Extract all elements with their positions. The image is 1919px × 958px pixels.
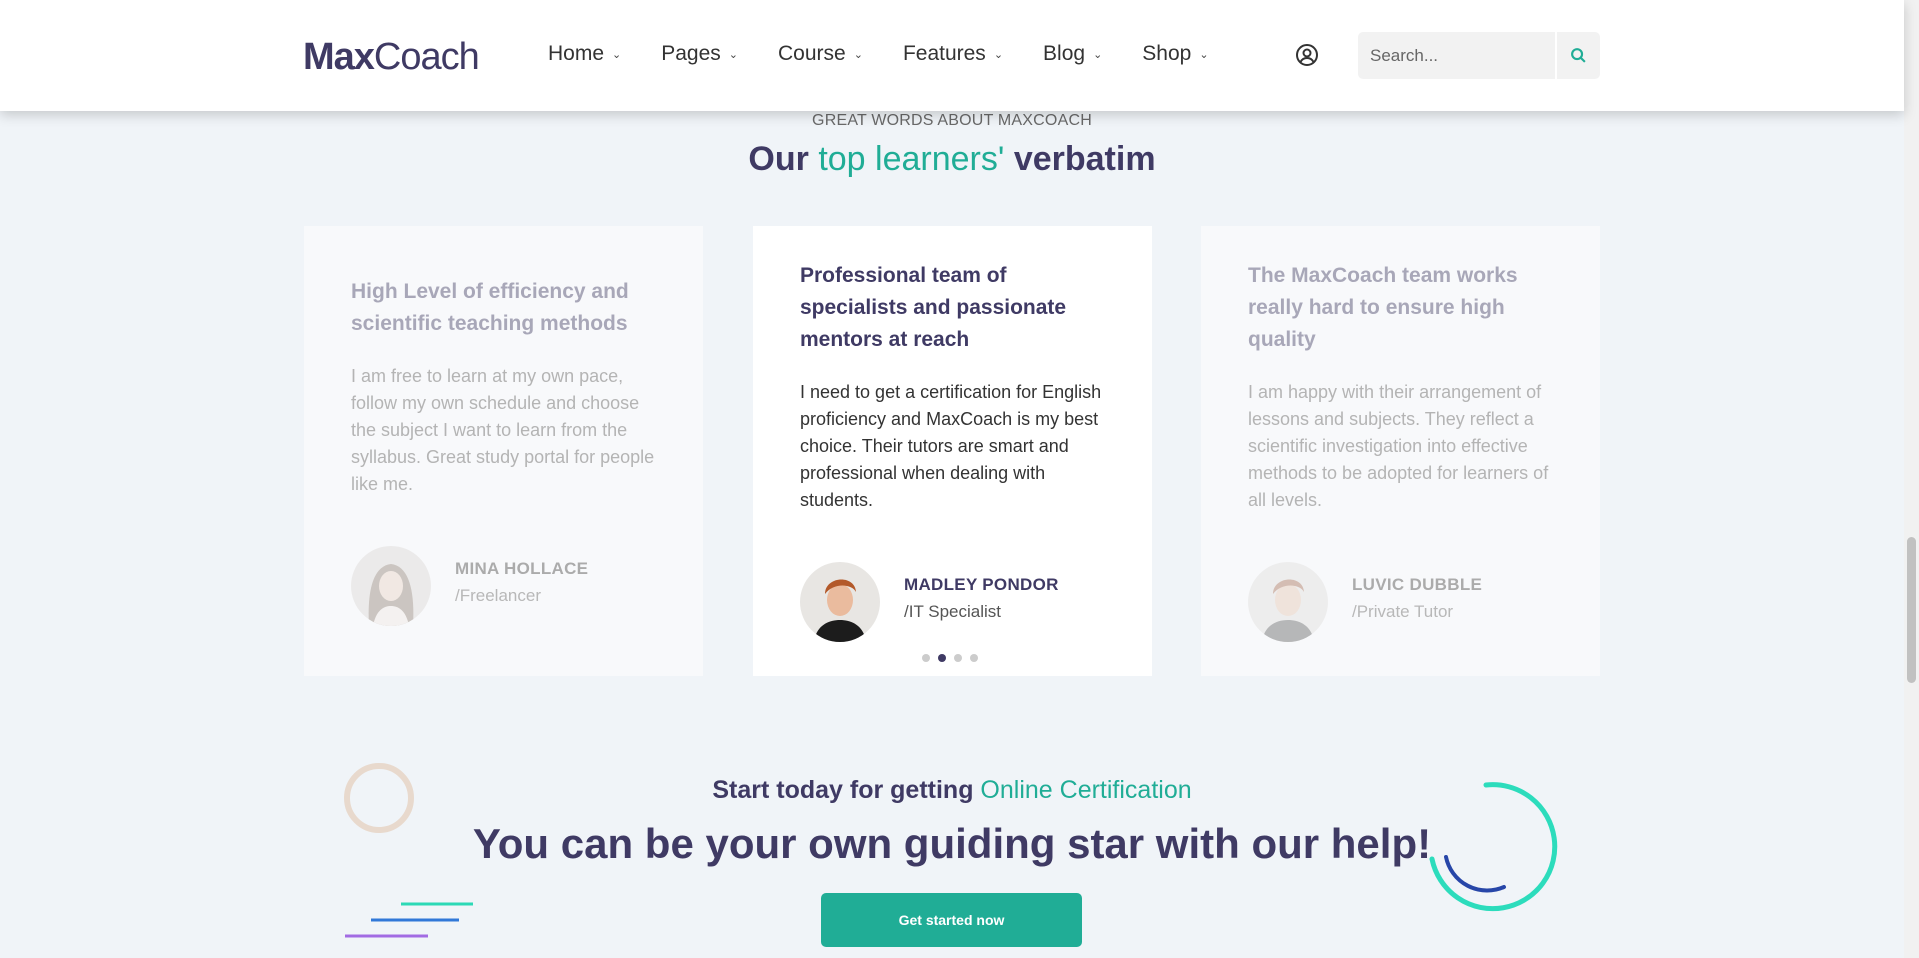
search-icon [1571,48,1586,63]
search-box [1358,32,1600,79]
testimonial-card: The MaxCoach team works really hard to e… [1201,226,1600,676]
nav-item-blog[interactable]: Blog ⌄ [1043,40,1102,68]
carousel-dot-active[interactable] [938,654,946,662]
logo[interactable]: MaxCoach [303,36,480,79]
page-scrollbar[interactable] [1904,0,1919,958]
person-role: /Freelancer [455,586,541,605]
person-name: LUVIC DUBBLE [1352,575,1483,594]
nav-item-pages[interactable]: Pages ⌄ [661,40,738,68]
search-input[interactable] [1358,32,1555,79]
chevron-down-icon: ⌄ [853,48,863,61]
carousel-dot[interactable] [922,654,930,662]
avatar [800,562,880,642]
chevron-down-icon: ⌄ [1199,48,1209,61]
chevron-down-icon: ⌄ [728,48,739,61]
carousel-pagination [922,654,986,662]
carousel-dot[interactable] [954,654,962,662]
avatar [1248,562,1328,642]
nav-item-home[interactable]: Home ⌄ [548,40,621,68]
person-role: /Private Tutor [1352,602,1454,621]
nav-item-features[interactable]: Features ⌄ [903,40,1003,68]
chevron-down-icon: ⌄ [612,48,622,61]
site-header: MaxCoach Home ⌄ Pages ⌄ Course ⌄ Features ⌄ … [0,0,1904,111]
chevron-down-icon: ⌄ [993,48,1004,61]
avatar [351,546,431,626]
testimonial-body: I am happy with their arrangement of les… [1248,382,1549,510]
cta-subtitle: Start today for getting Online Certifica… [712,776,1192,804]
testimonial-heading: Professional team of specialists and pas… [800,264,1067,351]
person-name: MINA HOLLACE [455,559,589,578]
testimonial-card: High Level of efficiency and scientific … [304,226,703,676]
person-role: /IT Specialist [904,602,1002,621]
nav-item-course[interactable]: Course ⌄ [778,40,863,68]
section-eyebrow: GREAT WORDS ABOUT MAXCOACH [812,112,1092,129]
testimonial-card-active: Professional team of specialists and pas… [753,226,1152,676]
section-title: Our top learners' verbatim [748,140,1156,178]
testimonial-heading: High Level of efficiency and scientific … [351,280,629,335]
testimonial-heading: The MaxCoach team works really hard to e… [1248,264,1518,351]
cta-title: You can be your own guiding star with ou… [472,820,1432,867]
get-started-button[interactable]: Get started now [821,893,1082,947]
lines-decoration [345,902,473,938]
testimonial-body: I am free to learn at my own pace, follo… [351,366,655,494]
testimonial-body: I need to get a certification for Englis… [800,382,1102,510]
carousel-dot[interactable] [970,654,978,662]
scrollbar-thumb[interactable] [1907,537,1916,683]
chevron-down-icon: ⌄ [1093,48,1103,61]
main-nav: Home ⌄ Pages ⌄ Course ⌄ Features ⌄ Blog ⌄ Sho… [548,40,1249,68]
search-button[interactable] [1555,32,1600,79]
person-name: MADLEY PONDOR [904,575,1059,594]
user-account-icon[interactable] [1295,43,1319,67]
nav-item-shop[interactable]: Shop ⌄ [1142,40,1208,68]
